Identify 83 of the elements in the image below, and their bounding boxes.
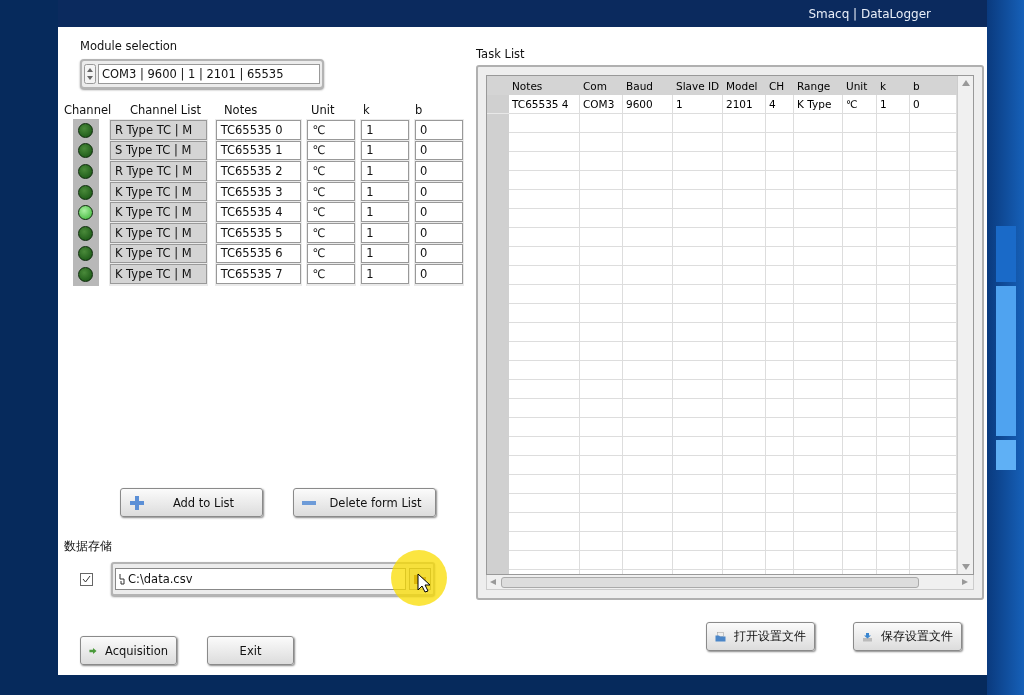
column-header: b: [913, 79, 920, 92]
table-field[interactable]: ℃: [307, 181, 356, 202]
column-header: Unit: [311, 103, 335, 117]
scroll-up-icon[interactable]: [961, 80, 970, 86]
scroll-right-icon[interactable]: [962, 579, 970, 585]
table-field[interactable]: 1: [361, 161, 410, 181]
column-header: Range: [797, 79, 831, 92]
table-field[interactable]: TC65535 1: [215, 140, 302, 161]
channel-type-field[interactable]: R Type TC | M: [109, 120, 207, 140]
table-field[interactable]: 0: [415, 181, 463, 202]
window-title: Smacq | DataLogger: [808, 6, 931, 21]
table-field[interactable]: TC65535 5: [215, 222, 302, 243]
column-header: Com: [583, 79, 607, 92]
table-field[interactable]: 1: [361, 222, 410, 243]
column-header: Notes: [512, 79, 543, 92]
column-header: Model: [726, 79, 758, 92]
table-field[interactable]: ℃: [307, 222, 356, 243]
table-field[interactable]: TC65535 2: [215, 161, 302, 181]
column-header: k: [363, 103, 370, 117]
table-field[interactable]: 0: [415, 161, 463, 181]
table-field[interactable]: ℃: [307, 161, 356, 181]
table-field[interactable]: 0: [415, 264, 463, 284]
column-header: b: [415, 103, 423, 117]
table-field[interactable]: TC65535 7: [215, 264, 302, 284]
scroll-left-icon[interactable]: [490, 579, 498, 585]
selector-value: COM3 | 9600 | 1 | 2101 | 65535: [98, 64, 320, 84]
acquisition-button[interactable]: Acquisition: [80, 636, 177, 665]
table-field[interactable]: 1: [361, 181, 410, 202]
channel-type-field[interactable]: S Type TC | M: [109, 140, 207, 161]
table-field[interactable]: TC65535 4: [215, 202, 302, 222]
table-field[interactable]: ℃: [307, 140, 356, 161]
mouse-pointer-icon: [417, 573, 431, 593]
channel-type-field[interactable]: K Type TC | M: [109, 222, 207, 243]
plus-icon: [129, 494, 145, 511]
column-header: Channel List: [130, 103, 201, 117]
column-header: Slave ID: [676, 79, 720, 92]
table-field[interactable]: ℃: [307, 264, 356, 284]
delete-button[interactable]: Delete form List: [293, 488, 436, 517]
module-selector[interactable]: COM3 | 9600 | 1 | 2101 | 65535: [80, 59, 324, 89]
column-header: Unit: [846, 79, 868, 92]
windows-logo-icon: [995, 225, 1016, 470]
section-label: 数据存储: [64, 539, 112, 553]
table-field[interactable]: ℃: [307, 243, 356, 264]
table-field[interactable]: TC65535 6: [215, 243, 302, 264]
column-header: CH: [769, 79, 785, 92]
checkbox[interactable]: [80, 572, 93, 586]
table-field[interactable]: 1: [361, 202, 410, 222]
table-field[interactable]: TC65535 0: [215, 120, 302, 140]
section-label: Task List: [476, 47, 525, 61]
column-header: Baud: [626, 79, 653, 92]
horizontal-scrollbar[interactable]: [486, 575, 974, 590]
channel-type-field[interactable]: K Type TC | M: [109, 243, 207, 264]
add-button[interactable]: Add to List: [120, 488, 263, 517]
channel-type-field[interactable]: K Type TC | M: [109, 181, 207, 202]
table-field[interactable]: TC65535 3: [215, 181, 302, 202]
table-field[interactable]: ℃: [307, 120, 356, 140]
cursor-highlight: [391, 550, 447, 606]
minus-icon: [302, 500, 316, 505]
table-field[interactable]: 1: [361, 140, 410, 161]
spin-arrows-icon[interactable]: [84, 64, 96, 84]
table-field[interactable]: 1: [361, 120, 410, 140]
table-field[interactable]: 0: [415, 202, 463, 222]
path-icon: [119, 573, 125, 585]
channel-type-field[interactable]: R Type TC | M: [109, 161, 207, 181]
open-settings-button[interactable]: 打开设置文件: [706, 622, 815, 651]
scroll-down-icon[interactable]: [961, 564, 970, 570]
table-field[interactable]: ℃: [307, 202, 356, 222]
section-label: Module selection: [80, 39, 178, 53]
vertical-scrollbar[interactable]: [957, 76, 973, 574]
table-field[interactable]: 0: [415, 140, 463, 161]
path-value: C:\data.csv: [128, 572, 193, 586]
save-settings-button[interactable]: 保存设置文件: [853, 622, 962, 651]
table-field[interactable]: 0: [415, 120, 463, 140]
channel-type-field[interactable]: K Type TC | M: [109, 202, 207, 222]
channel-type-field[interactable]: K Type TC | M: [109, 264, 207, 284]
table-field[interactable]: 0: [415, 222, 463, 243]
table-field[interactable]: 1: [361, 264, 410, 284]
exit-button[interactable]: Exit: [207, 636, 294, 665]
table-field[interactable]: 0: [415, 243, 463, 264]
column-header: Notes: [224, 103, 258, 117]
column-header: Channel: [64, 103, 112, 117]
table-field[interactable]: 1: [361, 243, 410, 264]
column-header: k: [880, 79, 887, 92]
